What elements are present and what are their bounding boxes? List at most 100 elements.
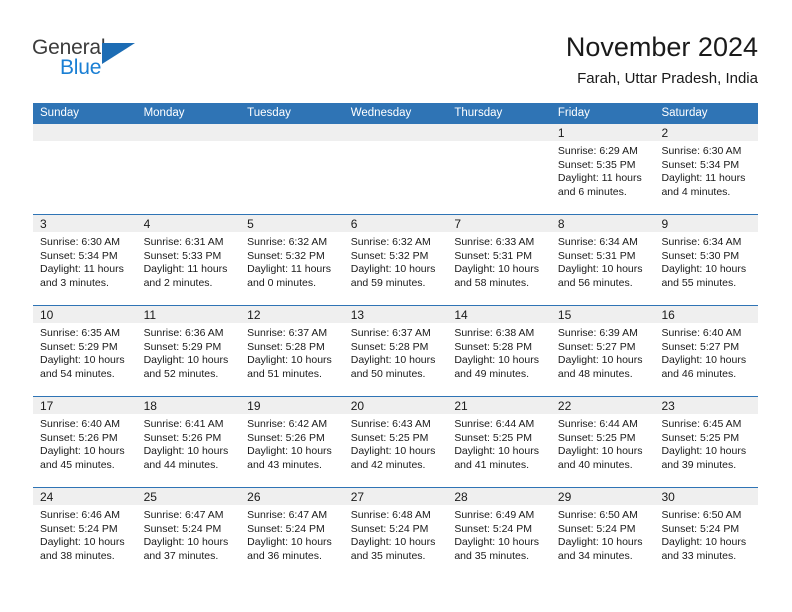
- day-number: 14: [454, 308, 468, 322]
- day-cell[interactable]: 1 Sunrise: 6:29 AM Sunset: 5:35 PM Daylight…: [550, 124, 655, 214]
- day-detail-list: [240, 141, 344, 145]
- daylight-text: Daylight: 10 hours: [143, 354, 229, 367]
- day-cell[interactable]: 29 Sunrise: 6:50 AM Sunset: 5:24 PM Dayligh…: [550, 488, 655, 578]
- day-detail-list: Sunrise: 6:29 AM Sunset: 5:35 PM Daylight:…: [551, 141, 655, 199]
- sunset-text: Sunset: 5:24 PM: [247, 522, 325, 535]
- day-cell[interactable]: 4 Sunrise: 6:31 AM Sunset: 5:33 PM Daylight…: [136, 215, 241, 305]
- day-cell-empty: [447, 124, 551, 214]
- day-number-band: 8: [550, 215, 655, 232]
- calendar-weeks: 1 Sunrise: 6:29 AM Sunset: 5:35 PM Daylight…: [33, 124, 759, 578]
- day-cell[interactable]: 7 Sunrise: 6:33 AM Sunset: 5:31 PM Daylight…: [447, 215, 551, 305]
- day-cell[interactable]: 13 Sunrise: 6:37 AM Sunset: 5:28 PM Dayligh…: [343, 306, 448, 396]
- sunrise-text: Sunrise: 6:29 AM: [557, 145, 638, 157]
- day-cell[interactable]: 5 Sunrise: 6:32 AM Sunset: 5:32 PM Daylight…: [240, 215, 344, 305]
- calendar-grid: Sunday Monday Tuesday Wednesday Thursday Frid…: [33, 103, 759, 578]
- sunrise-text: Sunrise: 6:47 AM: [247, 509, 328, 521]
- day-cell[interactable]: 14 Sunrise: 6:38 AM Sunset: 5:28 PM Dayligh…: [447, 306, 551, 396]
- daylight-text: Daylight: 10 hours: [350, 263, 436, 276]
- day-detail-list: Sunrise: 6:41 AM Sunset: 5:26 PM Daylight:…: [137, 414, 241, 472]
- daylight-text: Daylight: 10 hours: [40, 445, 125, 458]
- sunrise-text: Sunrise: 6:47 AM: [143, 509, 224, 521]
- day-number-band: 17: [33, 397, 137, 414]
- daylight-text-cont: and 34 minutes.: [557, 549, 633, 562]
- day-number: 19: [247, 399, 261, 413]
- day-cell[interactable]: 16 Sunrise: 6:40 AM Sunset: 5:27 PM Dayligh…: [654, 306, 759, 396]
- day-cell[interactable]: 11 Sunrise: 6:36 AM Sunset: 5:29 PM Dayligh…: [136, 306, 241, 396]
- day-detail-list: Sunrise: 6:40 AM Sunset: 5:26 PM Daylight:…: [33, 414, 137, 472]
- day-detail-list: [447, 141, 551, 145]
- day-cell[interactable]: 9 Sunrise: 6:34 AM Sunset: 5:30 PM Daylight…: [654, 215, 759, 305]
- sunrise-text: Sunrise: 6:36 AM: [143, 327, 224, 339]
- day-cell[interactable]: 30 Sunrise: 6:50 AM Sunset: 5:24 PM Dayligh…: [654, 488, 759, 578]
- day-detail-list: Sunrise: 6:44 AM Sunset: 5:25 PM Daylight:…: [447, 414, 551, 472]
- day-number: 1: [557, 126, 565, 140]
- daylight-text-cont: and 4 minutes.: [661, 185, 731, 198]
- day-cell[interactable]: 26 Sunrise: 6:47 AM Sunset: 5:24 PM Dayligh…: [240, 488, 344, 578]
- daylight-text: Daylight: 10 hours: [557, 445, 643, 458]
- day-detail-list: Sunrise: 6:50 AM Sunset: 5:24 PM Daylight:…: [551, 505, 655, 563]
- day-number: 27: [350, 490, 365, 504]
- day-detail-list: Sunrise: 6:45 AM Sunset: 5:25 PM Daylight:…: [654, 414, 758, 472]
- day-cell[interactable]: 3 Sunrise: 6:30 AM Sunset: 5:34 PM Daylight…: [33, 215, 137, 305]
- day-detail-list: Sunrise: 6:38 AM Sunset: 5:28 PM Daylight:…: [447, 323, 551, 381]
- daylight-text-cont: and 42 minutes.: [350, 458, 426, 471]
- sunset-text: Sunset: 5:25 PM: [454, 431, 532, 444]
- day-cell[interactable]: 25 Sunrise: 6:47 AM Sunset: 5:24 PM Dayligh…: [136, 488, 241, 578]
- day-cell[interactable]: 27 Sunrise: 6:48 AM Sunset: 5:24 PM Dayligh…: [343, 488, 448, 578]
- day-number-band: 3: [33, 215, 137, 232]
- daylight-text-cont: and 40 minutes.: [557, 458, 633, 471]
- calendar-page: General Blue November 2024 Farah, Uttar …: [0, 0, 792, 612]
- weekday-header-tuesday: Tuesday: [247, 107, 291, 119]
- sunset-text: Sunset: 5:26 PM: [40, 431, 118, 444]
- sunset-text: Sunset: 5:28 PM: [454, 340, 532, 353]
- day-number-band: 21: [447, 397, 551, 414]
- daylight-text: Daylight: 10 hours: [143, 445, 229, 458]
- sunset-text: Sunset: 5:25 PM: [350, 431, 429, 444]
- day-number-band: 13: [343, 306, 448, 323]
- day-number-band: 16: [654, 306, 759, 323]
- day-cell[interactable]: 28 Sunrise: 6:49 AM Sunset: 5:24 PM Dayligh…: [447, 488, 551, 578]
- daylight-text-cont: and 49 minutes.: [454, 367, 530, 380]
- day-detail-list: Sunrise: 6:32 AM Sunset: 5:32 PM Daylight:…: [240, 232, 344, 290]
- weekday-header-saturday: Saturday: [661, 107, 708, 119]
- daylight-text-cont: and 58 minutes.: [454, 276, 530, 289]
- day-cell[interactable]: 23 Sunrise: 6:45 AM Sunset: 5:25 PM Dayligh…: [654, 397, 759, 487]
- day-number-band: 30: [654, 488, 759, 505]
- day-number: 13: [350, 308, 365, 322]
- day-cell[interactable]: 15 Sunrise: 6:39 AM Sunset: 5:27 PM Dayligh…: [550, 306, 655, 396]
- sunrise-text: Sunrise: 6:49 AM: [454, 509, 535, 521]
- day-number: 9: [661, 217, 669, 231]
- day-number-band: 22: [550, 397, 655, 414]
- day-number: 17: [40, 399, 54, 413]
- day-detail-list: Sunrise: 6:30 AM Sunset: 5:34 PM Daylight:…: [33, 232, 137, 290]
- daylight-text-cont: and 35 minutes.: [454, 549, 530, 562]
- day-cell[interactable]: 10 Sunrise: 6:35 AM Sunset: 5:29 PM Dayligh…: [33, 306, 137, 396]
- daylight-text-cont: and 46 minutes.: [661, 367, 737, 380]
- sunrise-text: Sunrise: 6:34 AM: [557, 236, 638, 248]
- day-cell[interactable]: 6 Sunrise: 6:32 AM Sunset: 5:32 PM Daylight…: [343, 215, 448, 305]
- brand-logo[interactable]: General Blue: [32, 36, 152, 84]
- daylight-text-cont: and 59 minutes.: [350, 276, 426, 289]
- day-cell[interactable]: 20 Sunrise: 6:43 AM Sunset: 5:25 PM Dayligh…: [343, 397, 448, 487]
- day-cell[interactable]: 22 Sunrise: 6:44 AM Sunset: 5:25 PM Dayligh…: [550, 397, 655, 487]
- daylight-text: Daylight: 10 hours: [143, 536, 229, 549]
- day-cell[interactable]: 18 Sunrise: 6:41 AM Sunset: 5:26 PM Dayligh…: [136, 397, 241, 487]
- day-cell[interactable]: 19 Sunrise: 6:42 AM Sunset: 5:26 PM Dayligh…: [240, 397, 344, 487]
- sunrise-text: Sunrise: 6:30 AM: [661, 145, 742, 157]
- day-detail-list: Sunrise: 6:34 AM Sunset: 5:30 PM Daylight:…: [654, 232, 758, 290]
- day-cell[interactable]: 21 Sunrise: 6:44 AM Sunset: 5:25 PM Dayligh…: [447, 397, 551, 487]
- day-cell[interactable]: 17 Sunrise: 6:40 AM Sunset: 5:26 PM Dayligh…: [33, 397, 137, 487]
- day-detail-list: Sunrise: 6:42 AM Sunset: 5:26 PM Daylight:…: [240, 414, 344, 472]
- day-cell[interactable]: 8 Sunrise: 6:34 AM Sunset: 5:31 PM Daylight…: [550, 215, 655, 305]
- weekday-header-row: Sunday Monday Tuesday Wednesday Thursday Frid…: [33, 103, 758, 124]
- day-cell[interactable]: 2 Sunrise: 6:30 AM Sunset: 5:34 PM Daylight…: [654, 124, 759, 214]
- day-number-band: 23: [654, 397, 759, 414]
- day-detail-list: Sunrise: 6:43 AM Sunset: 5:25 PM Daylight:…: [344, 414, 448, 472]
- day-number: 21: [454, 399, 468, 413]
- day-detail-list: [137, 141, 241, 145]
- daylight-text-cont: and 41 minutes.: [454, 458, 530, 471]
- day-detail-list: Sunrise: 6:47 AM Sunset: 5:24 PM Daylight:…: [240, 505, 344, 563]
- day-detail-list: Sunrise: 6:36 AM Sunset: 5:29 PM Daylight:…: [137, 323, 241, 381]
- day-cell[interactable]: 24 Sunrise: 6:46 AM Sunset: 5:24 PM Dayligh…: [33, 488, 137, 578]
- day-cell[interactable]: 12 Sunrise: 6:37 AM Sunset: 5:28 PM Dayligh…: [240, 306, 344, 396]
